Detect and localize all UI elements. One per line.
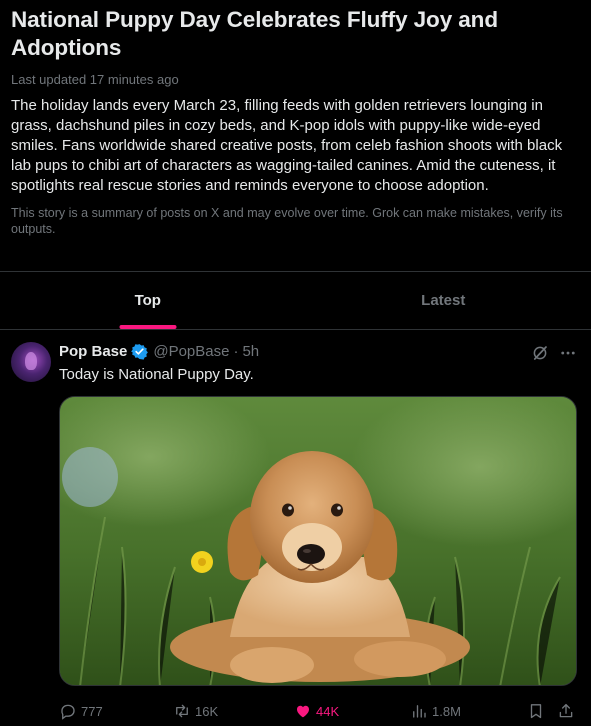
tab-top-label: Top bbox=[134, 292, 161, 309]
avatar[interactable] bbox=[11, 342, 51, 382]
verified-badge-icon bbox=[131, 344, 149, 360]
reply-icon bbox=[61, 704, 75, 720]
story-summary: The holiday lands every March 23, fillin… bbox=[11, 97, 563, 194]
story-header: National Puppy Day Celebrates Fluffy Joy… bbox=[0, 0, 591, 237]
separator-dot: · bbox=[233, 343, 239, 360]
tab-latest[interactable]: Latest bbox=[296, 272, 591, 329]
bookmark-icon bbox=[530, 704, 542, 719]
more-icon[interactable] bbox=[558, 344, 578, 362]
post[interactable]: Pop Base @PopBase · 5h Today is National… bbox=[0, 330, 591, 726]
post-media[interactable] bbox=[59, 396, 577, 686]
active-tab-indicator bbox=[119, 325, 177, 329]
reply-button[interactable]: 777 bbox=[59, 699, 103, 723]
repost-count: 16K bbox=[195, 703, 219, 719]
repost-icon bbox=[176, 704, 188, 718]
views-count: 1.8M bbox=[432, 703, 461, 719]
post-time[interactable]: 5h bbox=[242, 343, 259, 360]
tab-top[interactable]: Top bbox=[0, 272, 296, 329]
like-count: 44K bbox=[316, 703, 340, 719]
author-name[interactable]: Pop Base bbox=[59, 343, 127, 360]
story-disclaimer: This story is a summary of posts on X an… bbox=[11, 206, 563, 236]
repost-button[interactable]: 16K bbox=[173, 699, 218, 723]
post-header: Pop Base @PopBase · 5h bbox=[59, 343, 259, 360]
grok-icon[interactable] bbox=[531, 344, 549, 362]
avatar-image bbox=[25, 352, 37, 370]
feed-tabs: Top Latest bbox=[0, 271, 591, 330]
last-updated: Last updated 17 minutes ago bbox=[11, 72, 179, 87]
views-button[interactable]: 1.8M bbox=[410, 699, 461, 723]
bookmark-button[interactable] bbox=[527, 699, 545, 723]
reply-count: 777 bbox=[81, 703, 103, 719]
views-icon bbox=[413, 705, 426, 718]
puppy-photo bbox=[60, 397, 576, 685]
share-icon bbox=[559, 703, 573, 718]
like-icon bbox=[297, 705, 309, 718]
share-button[interactable] bbox=[557, 699, 575, 723]
post-actions: 777 16K 44K 1.8M bbox=[59, 699, 579, 723]
post-text: Today is National Puppy Day. bbox=[59, 366, 254, 383]
like-button[interactable]: 44K bbox=[294, 699, 339, 723]
author-handle[interactable]: @PopBase bbox=[153, 343, 229, 360]
story-title: National Puppy Day Celebrates Fluffy Joy… bbox=[11, 7, 498, 60]
tab-latest-label: Latest bbox=[421, 292, 466, 309]
